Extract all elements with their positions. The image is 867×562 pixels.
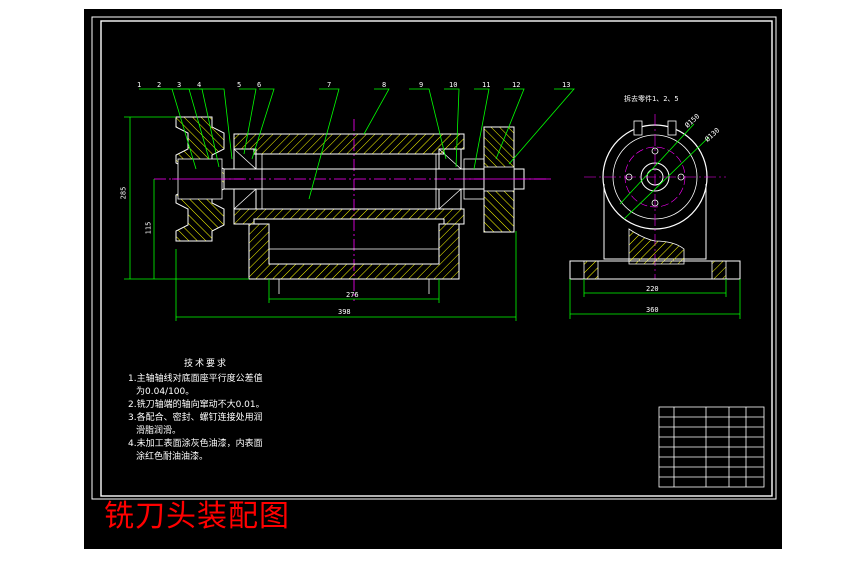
drawing-canvas: 1 2 3 4 5 6 7 8 9 10 11 12 13 拆去零件1、2、5 … [84,9,782,549]
balloon-1: 1 [137,81,142,89]
balloon-7: 7 [327,81,332,89]
tech-req-line: 2.铣刀轴端的轴向窜动不大0.01。 [128,400,265,410]
assembly-drawing [91,16,777,500]
balloon-9: 9 [419,81,424,89]
dim-base-outer: 360 [646,306,659,314]
tech-req-line: 涂红色耐油油漆。 [136,452,209,462]
balloon-5: 5 [237,81,242,89]
balloon-2: 2 [157,81,162,89]
front-section-view [124,88,575,321]
tech-req-heading: 技术要求 [184,359,229,369]
balloon-10: 10 [449,81,458,89]
balloon-6: 6 [257,81,262,89]
dim-overall-length: 398 [338,308,351,316]
dim-base-inner: 220 [646,285,659,293]
tech-req-line: 3.各配合、密封、螺钉连接处用润 [128,413,263,423]
tech-req-line: 滑脂润滑。 [136,426,182,436]
dim-bore-span: 276 [346,291,359,299]
dim-overall-height: 285 [119,186,128,200]
drawing-title: 铣刀头装配图 [104,499,290,534]
balloon-13: 13 [562,81,571,89]
balloon-11: 11 [482,81,491,89]
technical-requirements: 技术要求 1.主轴轴线对底面座平行度公差值 为0.04/100。 2.铣刀轴端的… [128,358,265,464]
side-view-note: 拆去零件1、2、5 [624,95,679,103]
tech-req-line: 为0.04/100。 [136,387,195,397]
tech-req-line: 4.未加工表面涂灰色油漆，内表面 [128,439,263,449]
balloon-3: 3 [177,81,182,89]
balloon-12: 12 [512,81,521,89]
dim-center-height: 115 [144,221,153,235]
tech-req-line: 1.主轴轴线对底面座平行度公差值 [128,374,263,384]
parts-list-table [658,406,765,488]
balloon-8: 8 [382,81,387,89]
balloon-4: 4 [197,81,202,89]
